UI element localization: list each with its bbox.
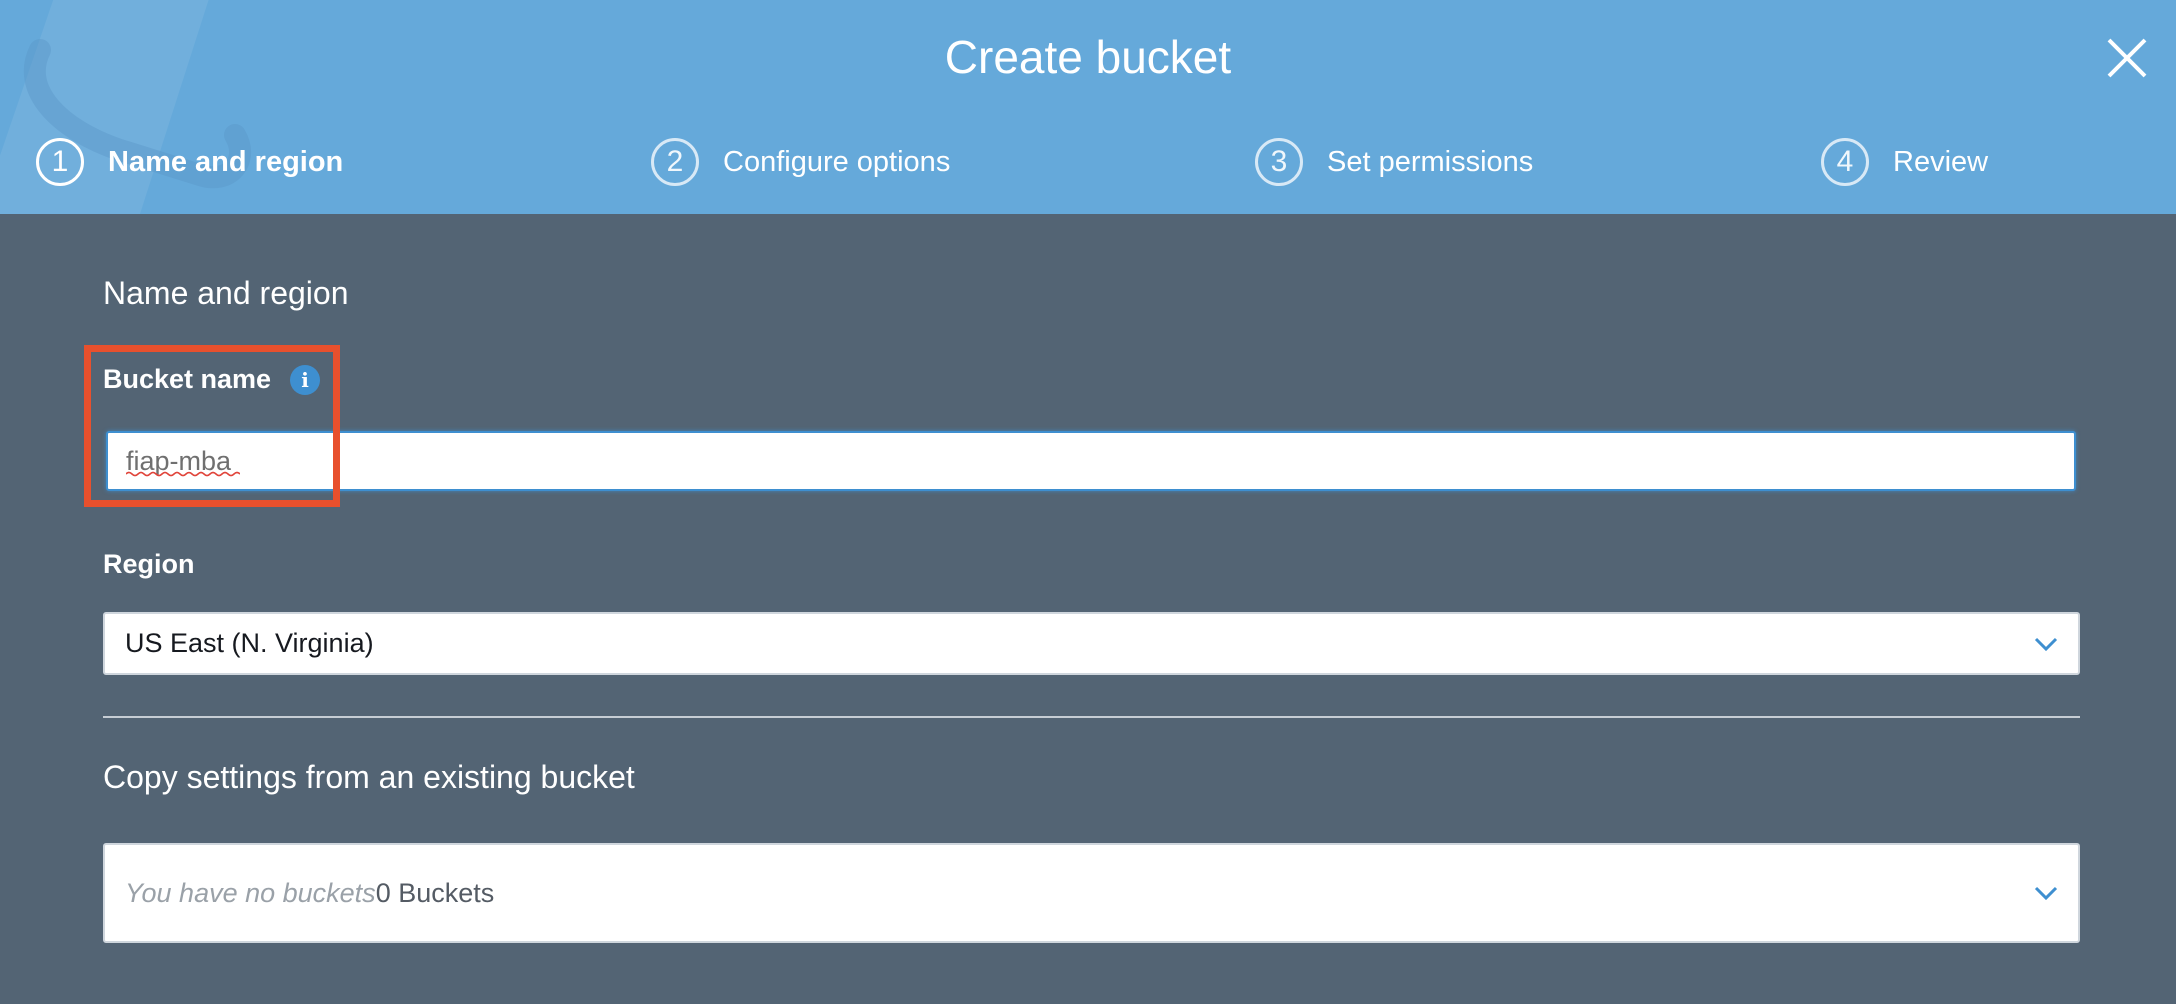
close-icon[interactable] [2105, 36, 2149, 80]
step-label: Name and region [108, 145, 344, 178]
bucket-name-label: Bucket name [103, 364, 272, 394]
bucket-count: 0 Buckets [375, 877, 495, 908]
info-icon[interactable]: i [290, 365, 320, 395]
chevron-down-icon [2034, 637, 2058, 651]
step-number-1: 1 [36, 138, 84, 186]
region-selected-value: US East (N. Virginia) [125, 628, 374, 658]
step-name-and-region[interactable]: 1 Name and region [36, 134, 343, 190]
step-configure-options[interactable]: 2 Configure options [651, 134, 950, 190]
step-label: Configure options [723, 145, 951, 178]
bucket-name-input[interactable] [106, 431, 2076, 491]
step-set-permissions[interactable]: 3 Set permissions [1255, 134, 1533, 190]
divider [103, 716, 2080, 718]
copy-settings-select[interactable]: You have no buckets 0 Buckets [103, 843, 2080, 943]
step-number-2: 2 [651, 138, 699, 186]
dialog-header: Create bucket 1 Name and region 2 Config… [0, 0, 2176, 214]
step-review[interactable]: 4 Review [1821, 134, 1988, 190]
step-number-4: 4 [1821, 138, 1869, 186]
chevron-down-icon [2034, 886, 2058, 900]
step-number-3: 3 [1255, 138, 1303, 186]
dialog-title: Create bucket [944, 31, 1232, 83]
section-title: Name and region [103, 275, 349, 311]
step-label: Set permissions [1327, 145, 1534, 178]
region-label: Region [103, 549, 195, 579]
region-select[interactable]: US East (N. Virginia) [103, 612, 2080, 675]
step-label: Review [1893, 145, 1989, 178]
copy-settings-placeholder: You have no buckets [125, 877, 376, 908]
copy-settings-title: Copy settings from an existing bucket [103, 759, 635, 795]
